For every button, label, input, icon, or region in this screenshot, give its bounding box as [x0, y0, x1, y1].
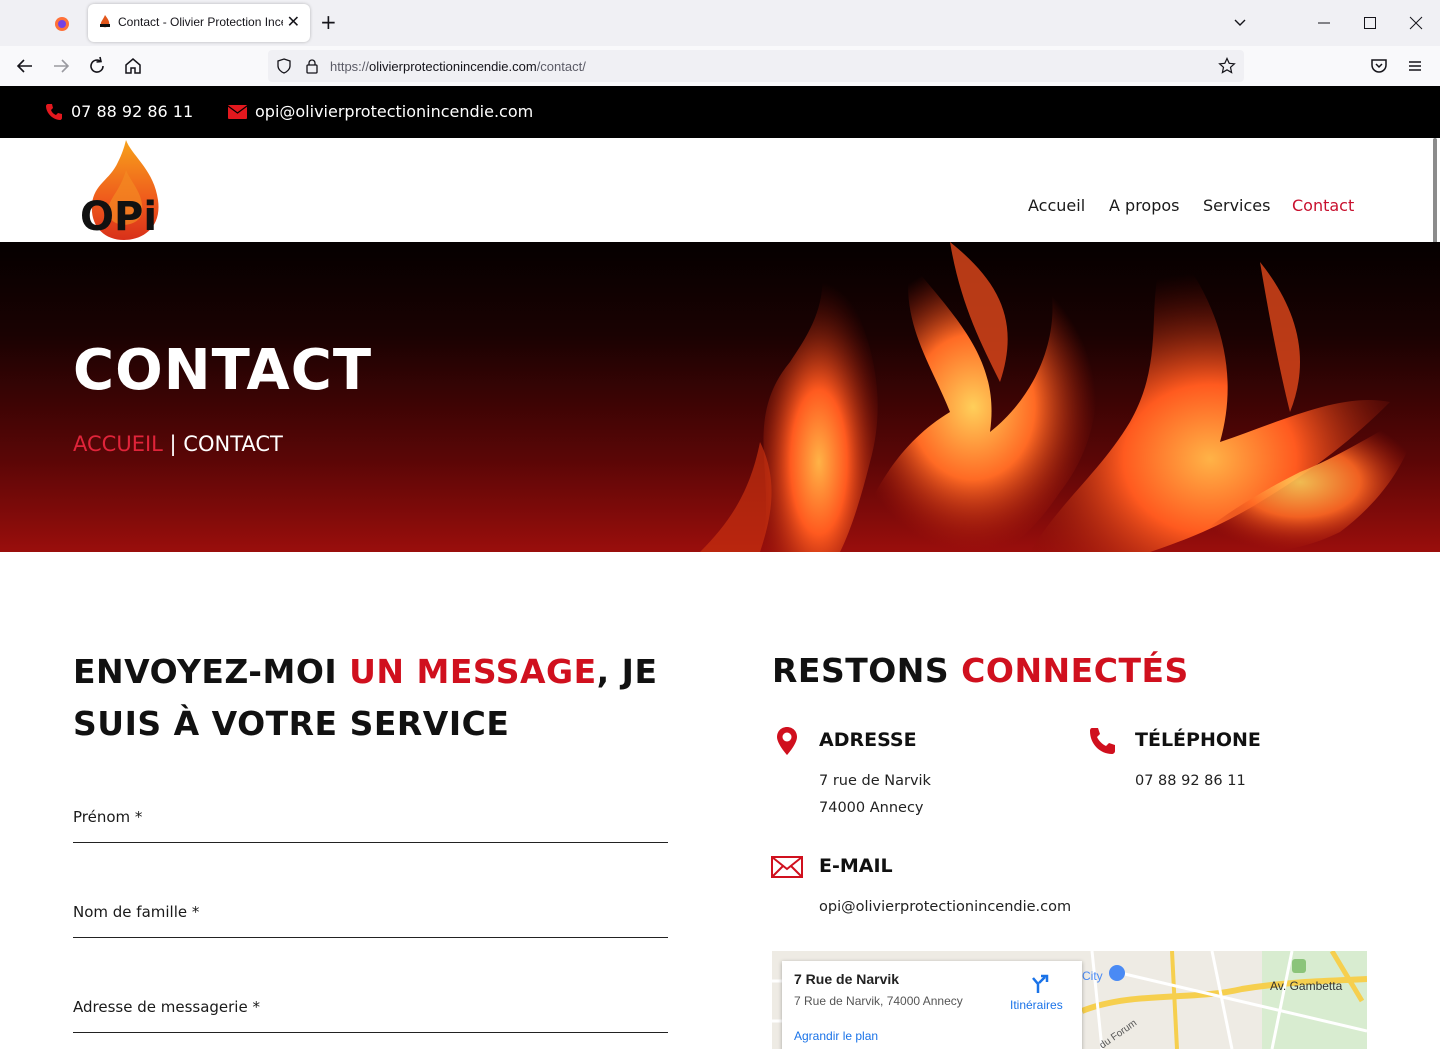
reload-icon[interactable] [85, 54, 109, 78]
nav-a-propos[interactable]: A propos [1109, 196, 1179, 215]
minimize-icon[interactable] [1317, 16, 1331, 30]
breadcrumb-separator: | [162, 432, 184, 456]
new-tab-button[interactable]: + [320, 10, 337, 34]
address-line2: 74000 Annecy [819, 800, 924, 816]
email-value[interactable]: opi@olivierprotectionincendie.com [819, 894, 1071, 921]
home-icon[interactable] [121, 54, 145, 78]
map-place-address: 7 Rue de Narvik, 74000 Annecy [794, 994, 963, 1008]
contact-heading-accent: CONNECTÉS [961, 651, 1189, 690]
maximize-icon[interactable] [1363, 16, 1377, 30]
top-contact-bar: 07 88 92 86 11 opi@olivierprotectionince… [0, 86, 1440, 138]
form-heading: ENVOYEZ-MOI UN MESSAGE, JE SUIS À VOTRE … [73, 646, 693, 750]
forward-icon[interactable] [49, 54, 73, 78]
phone-value[interactable]: 07 88 92 86 11 [1135, 768, 1246, 795]
phone-icon [1090, 728, 1115, 754]
address-title: ADRESSE [819, 729, 917, 751]
hero-banner: CONTACT ACCUEIL | CONTACT [0, 242, 1440, 552]
navigation-toolbar: https://olivierprotectionincendie.com/co… [0, 46, 1440, 86]
site-header: OPi Accueil A propos Services Contact [0, 138, 1440, 242]
close-window-icon[interactable] [1409, 16, 1423, 30]
envelope-icon [771, 856, 803, 878]
topbar-phone[interactable]: 07 88 92 86 11 [71, 102, 193, 121]
enlarge-map-link[interactable]: Agrandir le plan [794, 1029, 878, 1043]
directions-link[interactable]: Itinéraires [1010, 998, 1063, 1012]
map-label-gambetta: Av. Gambetta [1270, 979, 1343, 993]
phone-icon [46, 104, 62, 120]
contact-heading-part1: RESTONS [772, 651, 962, 690]
last-name-label: Nom de famille * [73, 903, 200, 921]
flame-favicon-icon [100, 15, 110, 28]
address-line1: 7 rue de Narvik [819, 773, 931, 789]
email-field[interactable]: Adresse de messagerie * [73, 993, 668, 1033]
first-name-field[interactable]: Prénom * [73, 803, 668, 843]
tab-bar: Contact - Olivier Protection Incendie ✕ … [0, 0, 1440, 46]
firefox-icon[interactable] [45, 10, 79, 38]
browser-chrome: Contact - Olivier Protection Incendie ✕ … [0, 0, 1440, 86]
form-heading-part1: ENVOYEZ-MOI [73, 652, 350, 691]
hamburger-menu-icon[interactable] [1403, 54, 1427, 78]
breadcrumb-current: CONTACT [183, 432, 283, 456]
tab-contact[interactable]: Contact - Olivier Protection Incendie ✕ [88, 4, 310, 42]
tab-title: Contact - Olivier Protection Incendie [118, 15, 283, 29]
nav-contact[interactable]: Contact [1292, 196, 1354, 215]
breadcrumb: ACCUEIL | CONTACT [73, 432, 283, 456]
map-pin-icon [777, 727, 797, 755]
breadcrumb-home-link[interactable]: ACCUEIL [73, 432, 163, 456]
list-tabs-icon[interactable] [1233, 16, 1247, 30]
contact-heading: RESTONS CONNECTÉS [772, 645, 1189, 697]
first-name-label: Prénom * [73, 808, 143, 826]
url-path: /contact/ [536, 59, 586, 74]
lock-icon[interactable] [304, 58, 320, 74]
envelope-icon [228, 105, 247, 119]
pocket-icon[interactable] [1367, 54, 1391, 78]
opi-logo[interactable]: OPi [80, 140, 170, 242]
back-icon[interactable] [13, 54, 37, 78]
map-place-name: 7 Rue de Narvik [794, 971, 900, 987]
email-label: Adresse de messagerie * [73, 998, 260, 1016]
phone-title: TÉLÉPHONE [1135, 729, 1261, 751]
nav-services[interactable]: Services [1203, 196, 1270, 215]
url-scheme: https:// [330, 59, 370, 74]
flames-image [700, 242, 1420, 552]
url-domain: olivierprotectionincendie.com [369, 59, 537, 74]
address-bar[interactable]: https://olivierprotectionincendie.com/co… [268, 50, 1244, 82]
page-title: CONTACT [73, 338, 373, 403]
last-name-field[interactable]: Nom de famille * [73, 898, 668, 938]
url-text: https://olivierprotectionincendie.com/co… [330, 59, 586, 74]
email-title: E-MAIL [819, 855, 893, 877]
shield-icon[interactable] [276, 58, 292, 74]
nav-accueil[interactable]: Accueil [1028, 196, 1085, 215]
form-heading-accent: UN MESSAGE [349, 652, 597, 691]
map-info-card: 7 Rue de Narvik 7 Rue de Narvik, 74000 A… [782, 961, 1082, 1049]
logo-text: OPi [80, 194, 157, 240]
topbar-email[interactable]: opi@olivierprotectionincendie.com [255, 102, 533, 121]
map-label-city: City [1082, 969, 1103, 983]
close-tab-icon[interactable]: ✕ [287, 12, 300, 31]
directions-icon[interactable] [1029, 974, 1049, 994]
bookmark-star-icon[interactable] [1218, 57, 1236, 75]
google-map[interactable]: City Av. Gambetta du Forum 7 Rue de Narv… [772, 951, 1367, 1049]
